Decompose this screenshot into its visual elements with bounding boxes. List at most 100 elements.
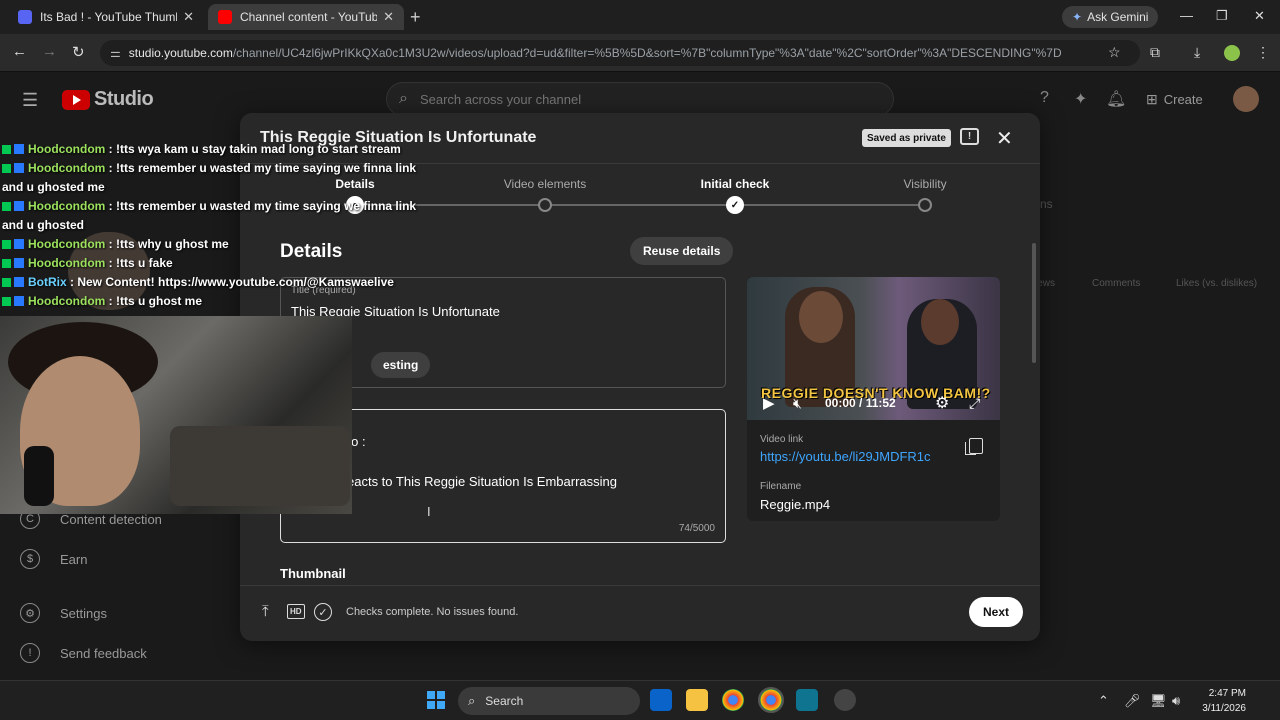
obs-app-icon[interactable] xyxy=(834,689,856,711)
channel-search-input[interactable]: ⌕ Search across your channel xyxy=(386,82,894,116)
step-video-elements-dot-icon xyxy=(538,198,552,212)
filename-value: Reggie.mp4 xyxy=(760,497,831,512)
upload-icon: ⤒ xyxy=(262,603,269,620)
notifications-bell-icon[interactable]: 🔔︎ xyxy=(1106,89,1126,109)
minimize-icon[interactable]: — xyxy=(1180,8,1193,23)
webcam-background xyxy=(170,426,350,506)
saved-as-private-badge: Saved as private xyxy=(862,129,951,147)
browser-tab-bar: Its Bad ! - YouTube Thumbnail ✕ Channel … xyxy=(0,0,1280,34)
taskbar-search-label: Search xyxy=(485,694,524,708)
url-bar[interactable]: ⚌ studio.youtube.com /channel/UC4zl6jwPr… xyxy=(100,40,1140,66)
badge-icon xyxy=(14,258,24,268)
forward-icon[interactable]: → xyxy=(42,43,57,60)
search-icon: ⌕ xyxy=(468,693,476,708)
badge-icon xyxy=(14,144,24,154)
volume-icon[interactable]: 🔊︎ xyxy=(1172,693,1180,709)
create-label: Create xyxy=(1163,91,1203,107)
account-avatar[interactable] xyxy=(1233,86,1259,112)
new-tab-icon[interactable]: + xyxy=(410,7,421,28)
sidebar-item-settings[interactable]: ⚙ Settings xyxy=(20,598,107,628)
network-icon[interactable]: 🖥︎ xyxy=(1150,693,1167,709)
chat-message: Hoodcondom : !tts u fake xyxy=(2,254,422,273)
gemini-icon: ✦ xyxy=(1072,10,1083,24)
taskbar-search[interactable]: ⌕ Search xyxy=(458,687,640,715)
restore-icon[interactable]: ❐ xyxy=(1216,8,1228,24)
badge-icon xyxy=(14,201,24,211)
bookmark-star-icon[interactable]: ☆ xyxy=(1108,44,1121,61)
badge-icon xyxy=(14,296,24,306)
stepper-track xyxy=(355,204,925,206)
copy-link-icon[interactable] xyxy=(965,438,983,455)
chat-text: : !tts u ghost me xyxy=(105,294,202,308)
browser-tab-thumbnail[interactable]: Its Bad ! - YouTube Thumbnail ✕ xyxy=(8,4,204,30)
app-icon[interactable] xyxy=(796,689,818,711)
chat-username: Hoodcondom xyxy=(28,161,106,175)
store-app-icon[interactable] xyxy=(650,689,672,711)
feedback-icon: ! xyxy=(20,643,40,663)
title-suggestion-chip[interactable]: esting xyxy=(371,352,431,378)
fullscreen-icon[interactable]: ⤢ xyxy=(969,395,980,412)
video-preview-card: REGGIE DOESN'T KNOW BAM!? ▶ 🔇︎ 00:00 / 1… xyxy=(747,277,1000,521)
sidebar-item-earn[interactable]: $ Earn xyxy=(20,544,87,574)
chat-text: : !tts why u ghost me xyxy=(105,237,229,251)
windows-start-icon[interactable] xyxy=(427,691,445,709)
chat-message: Hoodcondom : !tts wya kam u stay takin m… xyxy=(2,140,422,159)
play-icon[interactable]: ▶ xyxy=(763,394,775,412)
url-path: /channel/UC4zl6jwPrIKkQXa0c1M3U2w/videos… xyxy=(232,46,1062,60)
microphone-icon[interactable]: 🎤︎ xyxy=(1124,693,1141,709)
chat-username: Hoodcondom xyxy=(28,142,106,156)
extensions-icon[interactable]: ⧉ xyxy=(1150,44,1160,61)
next-button[interactable]: Next xyxy=(969,597,1024,627)
report-feedback-icon[interactable]: ! xyxy=(960,128,979,145)
earn-dollar-icon: $ xyxy=(20,549,40,569)
chrome-profile-icon[interactable] xyxy=(758,687,784,713)
youtube-studio-logo[interactable]: Studio xyxy=(62,88,154,111)
ask-gemini-label: Ask Gemini xyxy=(1087,10,1149,24)
url-host: studio.youtube.com xyxy=(128,46,233,60)
description-line-2: eacts to This Reggie Situation Is Embarr… xyxy=(347,474,618,489)
ask-gemini-button[interactable]: ✦ Ask Gemini xyxy=(1062,6,1159,28)
tray-overflow-icon[interactable]: ⌃ xyxy=(1098,693,1109,709)
sidebar-item-label: Settings xyxy=(60,605,107,621)
video-time: 00:00 / 11:52 xyxy=(825,396,896,410)
dialog-scrollbar[interactable] xyxy=(1032,243,1036,363)
step-initial-check[interactable]: Initial check xyxy=(701,177,770,191)
download-icon[interactable]: ⤓ xyxy=(1194,44,1200,61)
help-icon[interactable]: ? xyxy=(1040,89,1049,107)
taskbar-clock[interactable]: 2:47 PM 3/11/2026 xyxy=(1198,686,1246,716)
reuse-details-button[interactable]: Reuse details xyxy=(630,237,734,265)
menu-kebab-icon[interactable]: ⋮ xyxy=(1256,44,1270,61)
badge-icon xyxy=(2,278,11,287)
sidebar-item-send-feedback[interactable]: ! Send feedback xyxy=(20,638,147,668)
step-visibility[interactable]: Visibility xyxy=(903,177,946,191)
badge-icon xyxy=(2,145,11,154)
sparkle-icon[interactable]: ✦ xyxy=(1074,89,1087,109)
video-link-label: Video link xyxy=(760,434,804,445)
close-window-icon[interactable]: ✕ xyxy=(1254,8,1265,24)
create-button[interactable]: ⊞ Create xyxy=(1146,86,1203,112)
chrome-icon[interactable] xyxy=(722,689,744,711)
video-link[interactable]: https://youtu.be/li29JMDFR1c xyxy=(760,449,931,464)
reload-icon[interactable]: ↻ xyxy=(72,43,85,61)
file-explorer-icon[interactable] xyxy=(686,689,708,711)
site-info-icon[interactable]: ⚌ xyxy=(110,46,121,60)
volume-muted-icon[interactable]: 🔇︎ xyxy=(793,395,802,412)
back-icon[interactable]: ← xyxy=(12,43,27,60)
hd-icon: HD xyxy=(287,604,305,619)
profile-avatar-icon[interactable] xyxy=(1224,45,1240,61)
chat-message: BotRix : New Content! https://www.youtub… xyxy=(2,273,422,292)
search-icon: ⌕ xyxy=(399,90,408,107)
windows-taskbar: ⌕ Search ⌃ 🎤︎ 🖥︎ 🔊︎ 2:47 PM 3/11/2026 xyxy=(0,680,1280,720)
hamburger-menu-icon[interactable]: ☰ xyxy=(22,90,38,111)
close-tab-icon[interactable]: ✕ xyxy=(383,9,394,25)
chat-username: BotRix xyxy=(28,275,67,289)
background-tab-label: ns xyxy=(1040,197,1053,211)
close-tab-icon[interactable]: ✕ xyxy=(183,9,194,25)
character-counter: 74/5000 xyxy=(678,523,715,534)
studio-logo-text: Studio xyxy=(94,88,154,110)
close-dialog-icon[interactable]: ✕ xyxy=(996,126,1013,151)
step-video-elements[interactable]: Video elements xyxy=(504,177,587,191)
player-settings-icon[interactable]: ⚙ xyxy=(935,393,949,413)
player-controls: ▶ 🔇︎ 00:00 / 11:52 ⚙ ⤢ xyxy=(747,389,1000,417)
browser-tab-studio[interactable]: Channel content - YouTube Stu ✕ xyxy=(208,4,404,30)
